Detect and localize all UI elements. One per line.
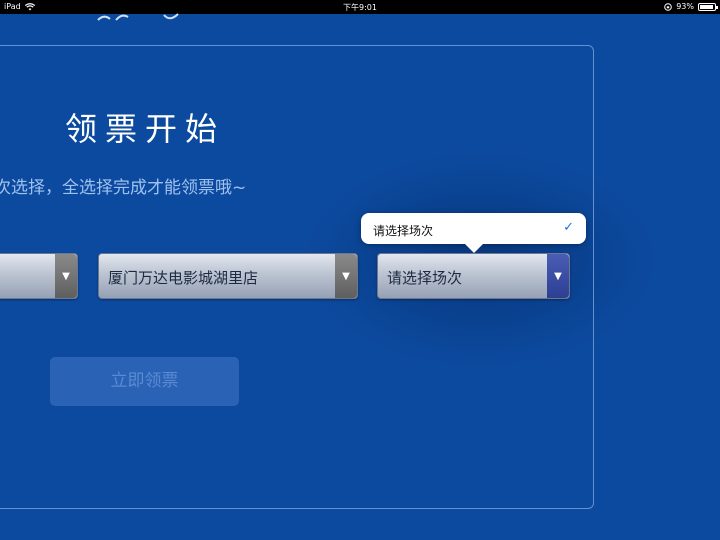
session-select-value: 请选择场次 xyxy=(387,269,463,287)
checkmark-icon: ✓ xyxy=(563,220,574,235)
page-title: 领票开始 xyxy=(64,110,225,148)
dropdown-arrow-icon: ▼ xyxy=(335,254,357,298)
battery-fill xyxy=(700,4,714,9)
battery-percent: 93% xyxy=(676,2,694,11)
cinema-select[interactable]: 厦门万达电影城湖里店 ▼ xyxy=(98,253,358,299)
session-option[interactable]: 请选择场次 xyxy=(373,222,433,239)
claim-ticket-button[interactable]: 立即领票 xyxy=(50,357,239,406)
dropdown-arrow-icon: ▼ xyxy=(55,254,77,298)
cinema-select-value: 厦门万达电影城湖里店 xyxy=(108,269,259,287)
page-subtitle: 次选择，全选择完成才能领票哦~ xyxy=(0,178,247,198)
logo-fragment xyxy=(97,13,179,21)
city-select[interactable]: ▼ xyxy=(0,253,78,299)
status-right: 93% xyxy=(664,2,718,11)
session-select[interactable]: 请选择场次 ▼ xyxy=(377,253,570,299)
battery-icon xyxy=(698,2,718,11)
session-picker-popover: 请选择场次 ✓ xyxy=(361,213,586,253)
dropdown-arrow-icon: ▼ xyxy=(547,254,569,298)
rotation-lock-icon xyxy=(664,2,673,11)
